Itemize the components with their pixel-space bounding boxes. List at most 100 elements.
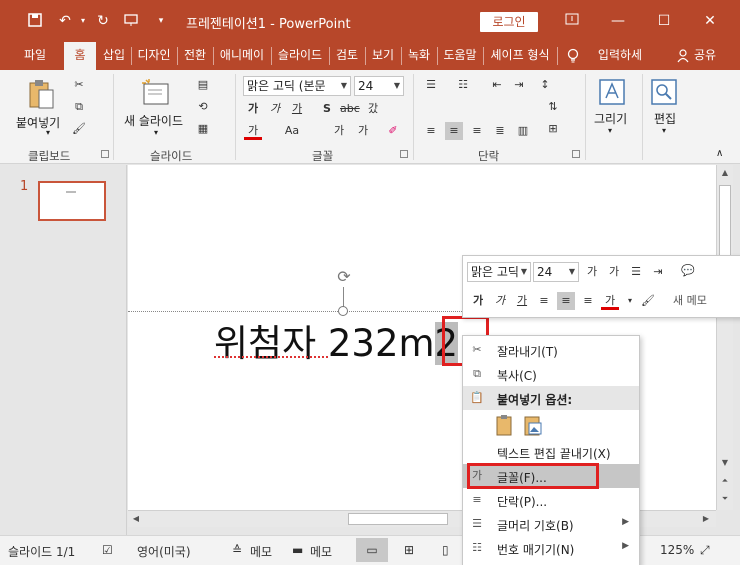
redo-icon[interactable]: ↻ (94, 12, 112, 30)
align-center-icon[interactable]: ≡ (445, 122, 463, 140)
vertical-scroll-thumb[interactable] (719, 185, 731, 257)
tab-home[interactable]: 홈 (64, 42, 96, 70)
tab-insert[interactable]: 삽입 (98, 42, 130, 70)
ribbon-display-icon[interactable] (558, 8, 586, 34)
horizontal-scroll-thumb[interactable] (348, 513, 448, 525)
paragraph-launcher-icon[interactable] (572, 150, 580, 158)
clipboard-launcher-icon[interactable] (101, 150, 109, 158)
menu-item-bullets[interactable]: ☰ 글머리 기호(B) ▶ (463, 512, 639, 536)
align-left-icon[interactable]: ≡ (422, 122, 440, 140)
scroll-down-icon[interactable]: ▼ (717, 455, 733, 471)
paste-dropdown-icon[interactable]: ▾ (46, 128, 50, 137)
mini-font-size-combo[interactable]: 24 ▼ (533, 262, 579, 282)
mini-font-name-combo[interactable]: 맑은 고딕 ▼ (467, 262, 531, 282)
notes-button[interactable]: 메모 (250, 543, 272, 560)
mini-bold-icon[interactable]: 가 (469, 292, 487, 310)
language-indicator[interactable]: 영어(미국) (137, 543, 191, 560)
tab-shape-format[interactable]: 셰이프 형식 (484, 42, 556, 70)
char-spacing-icon[interactable]: 갔 (364, 100, 382, 118)
normal-view-icon[interactable]: ▭ (356, 538, 388, 562)
mini-underline-icon[interactable]: 가 (513, 292, 531, 310)
editing-search-icon[interactable] (650, 78, 678, 109)
fit-slide-icon[interactable]: ⤢ (700, 543, 710, 558)
vertical-scrollbar[interactable]: ▲ ▼ ⏶ ⏷ (716, 165, 733, 510)
paste-button-label[interactable]: 붙여넣기 (16, 114, 60, 131)
mini-font-color-icon[interactable]: 가 (601, 292, 619, 310)
columns-icon[interactable]: ▥ (514, 122, 532, 140)
share-button[interactable]: 공유 (690, 42, 720, 70)
new-memo-label[interactable]: 새 메모 (673, 292, 707, 308)
customize-qat-icon[interactable]: ▾ (152, 12, 170, 30)
decrease-font-icon[interactable]: 가 (354, 122, 372, 140)
lightbulb-icon[interactable] (564, 42, 582, 70)
align-right-icon[interactable]: ≡ (468, 122, 486, 140)
change-case-icon[interactable]: Aa (283, 122, 301, 140)
format-painter-icon[interactable]: 🖌 (70, 120, 88, 138)
smartart-icon[interactable]: ⊞ (544, 120, 562, 138)
mini-bullets-icon[interactable]: ☰ (627, 263, 645, 281)
section-icon[interactable]: ▦ (194, 120, 212, 138)
prev-slide-icon[interactable]: ⏶ (717, 473, 733, 489)
mini-indent-icon[interactable]: ⇥ (649, 263, 667, 281)
new-slide-icon[interactable] (140, 78, 172, 111)
bullets-icon[interactable]: ☰ (422, 76, 440, 94)
comments-icon[interactable]: ▬ (292, 543, 303, 557)
editing-button-label[interactable]: 편집 (654, 110, 676, 127)
tab-design[interactable]: 디자인 (132, 42, 176, 70)
slide-thumbnail[interactable] (38, 181, 106, 221)
comments-button[interactable]: 메모 (310, 543, 332, 560)
line-spacing-icon[interactable]: ↕ (536, 76, 554, 94)
login-button[interactable]: 로그인 (480, 12, 538, 32)
proofing-icon[interactable]: ☑ (102, 543, 113, 557)
start-slideshow-icon[interactable] (122, 12, 140, 30)
close-icon[interactable]: ✕ (696, 8, 724, 34)
paste-icon[interactable] (28, 78, 56, 113)
new-slide-dropdown-icon[interactable]: ▾ (154, 128, 158, 137)
mini-font-color-dropdown-icon[interactable]: ▾ (621, 292, 639, 310)
mini-align-right-icon[interactable]: ≡ (579, 292, 597, 310)
collapse-ribbon-icon[interactable]: ∧ (716, 148, 723, 159)
decrease-indent-icon[interactable]: ⇤ (488, 76, 506, 94)
increase-font-icon[interactable]: 가 (330, 122, 348, 140)
editing-dropdown-icon[interactable]: ▾ (662, 126, 666, 135)
tab-animations[interactable]: 애니메이 (214, 42, 270, 70)
font-size-combo[interactable]: 24 ▼ (354, 76, 404, 96)
new-slide-button-label[interactable]: 새 슬라이드 (124, 112, 183, 129)
maximize-icon[interactable]: ☐ (650, 8, 678, 34)
copy-icon[interactable]: ⧉ (70, 98, 88, 116)
tab-view[interactable]: 보기 (366, 42, 400, 70)
tab-file[interactable]: 파일 (18, 42, 52, 70)
tab-transitions[interactable]: 전환 (178, 42, 212, 70)
slide-sorter-icon[interactable]: ⊞ (404, 543, 414, 557)
undo-icon[interactable]: ↶ (56, 12, 74, 30)
drawing-dropdown-icon[interactable]: ▾ (608, 126, 612, 135)
numbering-icon[interactable]: ☷ (454, 76, 472, 94)
menu-item-exit-text-edit[interactable]: 텍스트 편집 끝내기(X) (463, 440, 639, 464)
next-slide-icon[interactable]: ⏷ (717, 491, 733, 507)
increase-indent-icon[interactable]: ⇥ (510, 76, 528, 94)
notes-icon[interactable]: ≙ (232, 543, 242, 557)
zoom-level[interactable]: 125% (660, 543, 694, 557)
tab-slideshow[interactable]: 슬라이드 (272, 42, 328, 70)
mini-decrease-font-icon[interactable]: 가 (605, 263, 623, 281)
mini-format-painter-icon[interactable]: 🖌 (639, 292, 657, 310)
tell-me-search[interactable]: 입력하세 (590, 42, 650, 70)
paste-keep-formatting-icon[interactable] (495, 414, 517, 438)
text-direction-icon[interactable]: ⇅ (544, 98, 562, 116)
font-color-icon[interactable]: 가 (244, 122, 262, 140)
reading-view-icon[interactable]: ▯ (442, 543, 449, 557)
layout-icon[interactable]: ▤ (194, 76, 212, 94)
rotate-handle-icon[interactable]: ⟳ (334, 267, 354, 287)
strikethrough-icon[interactable]: abc (340, 100, 360, 118)
shadow-icon[interactable]: S (318, 100, 336, 118)
drawing-icon[interactable] (598, 78, 626, 109)
tab-help[interactable]: 도움말 (438, 42, 482, 70)
justify-icon[interactable]: ≣ (491, 122, 509, 140)
mini-align-center-icon[interactable]: ≡ (557, 292, 575, 310)
minimize-icon[interactable]: — (604, 8, 632, 34)
save-icon[interactable] (26, 12, 44, 30)
paste-picture-icon[interactable] (523, 414, 545, 438)
scroll-right-icon[interactable]: ▶ (698, 511, 714, 527)
drawing-button-label[interactable]: 그리기 (594, 110, 627, 127)
menu-item-cut[interactable]: ✂ 잘라내기(T) (463, 338, 639, 362)
